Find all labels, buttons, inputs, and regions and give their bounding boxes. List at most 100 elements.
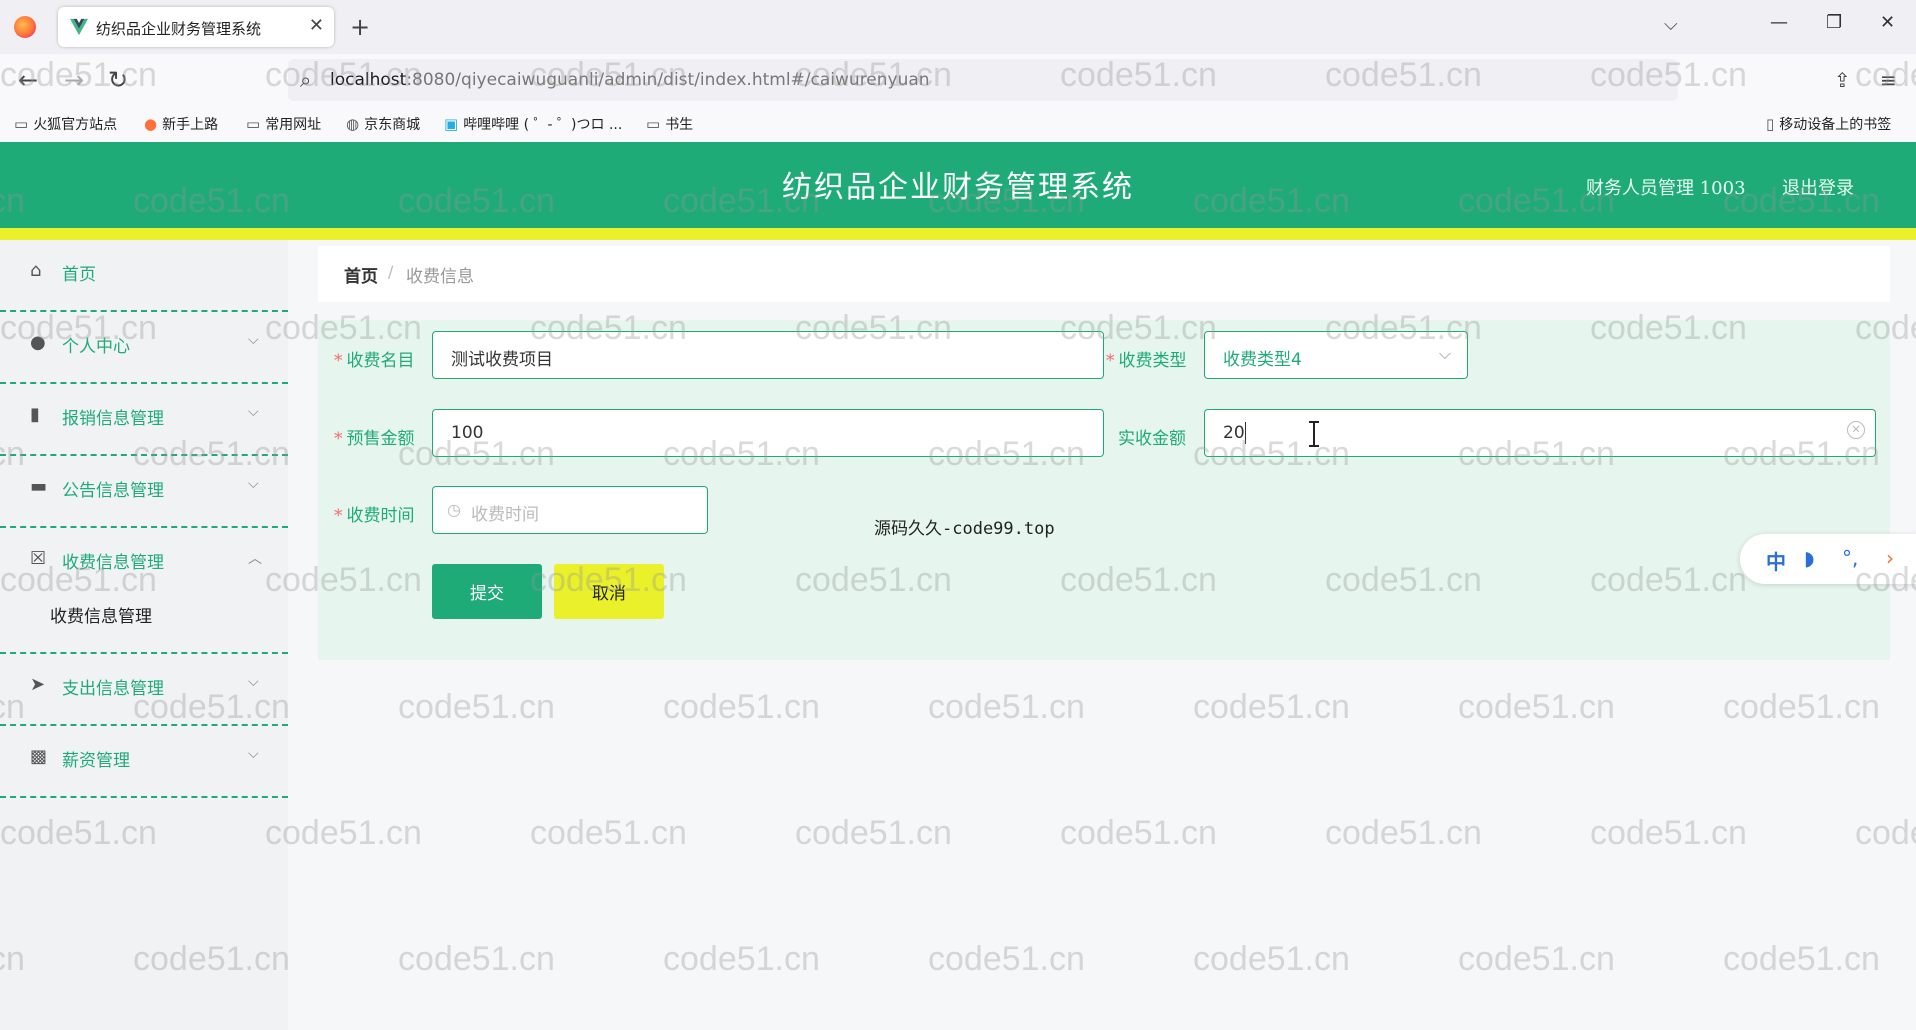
sidebar-item-notice[interactable]: ▬ 公告信息管理 ⌵ (0, 456, 288, 528)
send-icon: ➤ (30, 674, 46, 695)
sidebar: ⌂ 首页 ● 个人中心 ⌵ ▮ 报销信息管理 ⌵ ▬ 公告信息管理 ⌵ ☒ 收费… (0, 240, 288, 1030)
current-user: 财务人员管理 1003 (1586, 178, 1746, 199)
user-icon: ● (30, 332, 46, 353)
fee-name-label: * 收费名目 (334, 351, 415, 371)
watermark-text: code51.cn (1723, 940, 1880, 978)
bookmark-item[interactable]: ▭ 常用网址 (246, 114, 321, 134)
header-accent-stripe (0, 228, 1916, 240)
watermark-text: code51.cn (928, 688, 1085, 726)
sidebar-item-home[interactable]: ⌂ 首页 (0, 240, 288, 312)
bilibili-icon: ▣ (444, 115, 459, 133)
fee-name-input[interactable]: 测试收费项目 (432, 331, 1104, 379)
ticket-icon: ▩ (30, 746, 48, 767)
watermark-text: code51.cn (663, 940, 820, 978)
watermark-text: code51.cn (1855, 814, 1916, 852)
firefox-icon: ● (144, 115, 158, 133)
ime-toolbar[interactable]: 中 ◗ °, › (1740, 534, 1916, 584)
promo-text: 源码久久-code99.top (874, 519, 1055, 539)
chevron-down-icon: ⌵ (248, 404, 259, 420)
fee-time-picker[interactable]: ◷ 收费时间 (432, 486, 708, 534)
search-icon: ⌕ (300, 68, 312, 92)
forward-icon[interactable]: → (64, 66, 84, 94)
bookmark-item[interactable]: ▣ 哔哩哔哩 ( ゜- ゜)つロ ... (444, 114, 622, 134)
sidebar-item-label: 薪资管理 (62, 751, 130, 771)
chevron-right-icon[interactable]: › (1886, 546, 1894, 570)
text-cursor-icon (1309, 421, 1319, 447)
reload-icon[interactable]: ↻ (108, 66, 128, 94)
bookmark-item[interactable]: ◍ 京东商城 (346, 114, 420, 134)
watermark-text: code51.cn (398, 688, 555, 726)
watermark-text: code51.cn (1458, 940, 1615, 978)
watermark-text: code51.cn (398, 940, 555, 978)
vue-favicon-icon (70, 18, 88, 36)
watermark-text: code51.cn (1590, 814, 1747, 852)
clock-icon: ◷ (447, 500, 461, 519)
browser-nav-bar: ← → ↻ ⌕ localhost:8080/qiyecaiwuguanli/a… (0, 54, 1916, 108)
new-tab-icon[interactable]: + (350, 13, 370, 41)
tab-close-icon[interactable]: ✕ (309, 15, 324, 36)
sidebar-item-label: 支出信息管理 (62, 679, 164, 699)
submit-button[interactable]: 提交 (432, 564, 542, 619)
bookmark-item[interactable]: ▭ 书生 (646, 114, 693, 134)
fee-type-value: 收费类型4 (1223, 350, 1302, 370)
chevron-down-icon: ⌵ (248, 674, 259, 690)
moon-icon[interactable]: ◗ (1804, 546, 1815, 570)
actual-amount-input[interactable]: 20 ✕ (1204, 409, 1876, 457)
fee-time-label: * 收费时间 (334, 506, 415, 526)
address-bar[interactable]: ⌕ localhost:8080/qiyecaiwuguanli/admin/d… (288, 59, 1678, 101)
cancel-button[interactable]: 取消 (554, 564, 664, 619)
sidebar-item-salary[interactable]: ▩ 薪资管理 ⌵ (0, 726, 288, 798)
sidebar-item-expense[interactable]: ➤ 支出信息管理 ⌵ (0, 654, 288, 726)
sidebar-item-fees[interactable]: ☒ 收费信息管理 ︿ 收费信息管理 (0, 528, 288, 654)
mobile-icon: ▯ (1766, 115, 1775, 133)
watermark-text: code51.cn (1458, 688, 1615, 726)
chevron-down-icon: ⌵ (248, 746, 259, 762)
fee-type-select[interactable]: 收费类型4 ⌵ (1204, 331, 1468, 379)
actual-amount-value: 20 (1223, 423, 1245, 443)
clear-input-icon[interactable]: ✕ (1847, 421, 1865, 439)
chevron-up-icon: ︿ (248, 551, 262, 567)
report-icon: ▮ (30, 404, 40, 425)
sidebar-item-label: 报销信息管理 (62, 409, 164, 429)
text-caret (1245, 422, 1246, 444)
globe-icon: ◍ (346, 115, 360, 133)
punctuation-icon[interactable]: °, (1842, 546, 1858, 570)
ime-language-toggle[interactable]: 中 (1766, 546, 1786, 575)
sidebar-item-label: 公告信息管理 (62, 481, 164, 501)
url-text: localhost:8080/qiyecaiwuguanli/admin/dis… (330, 70, 930, 90)
presale-amount-input[interactable]: 100 (432, 409, 1104, 457)
sidebar-item-label: 收费信息管理 (62, 553, 164, 573)
logout-button[interactable]: 退出登录 (1782, 174, 1854, 200)
sidebar-subitem-fees[interactable]: 收费信息管理 (50, 602, 152, 627)
extensions-icon[interactable]: ⇪ (1834, 68, 1851, 92)
browser-tab[interactable]: 纺织品企业财务管理系统 ✕ (58, 7, 334, 47)
presale-amount-label: * 预售金额 (334, 429, 415, 449)
breadcrumb: 首页 / 收费信息 (318, 246, 1890, 302)
fee-name-value: 测试收费项目 (451, 350, 553, 370)
menu-icon[interactable]: ≡ (1880, 68, 1897, 92)
folder-icon: ▭ (646, 115, 661, 133)
list-tabs-chevron-icon[interactable]: ⌵ (1664, 14, 1678, 35)
chevron-down-icon: ⌵ (1438, 344, 1451, 363)
watermark-text: code51.cn (1325, 814, 1482, 852)
mobile-bookmarks[interactable]: ▯ 移动设备上的书签 (1766, 114, 1891, 134)
restore-icon[interactable]: ❐ (1826, 12, 1842, 33)
bookmark-item[interactable]: ▭ 火狐官方站点 (14, 114, 117, 134)
breadcrumb-separator: / (388, 262, 394, 281)
watermark-text: code51.cn (795, 814, 952, 852)
minimize-icon[interactable]: — (1770, 12, 1788, 33)
watermark-text: code51.cn (1723, 688, 1880, 726)
breadcrumb-current: 收费信息 (406, 267, 474, 287)
sidebar-item-label: 首页 (62, 265, 96, 285)
cross-box-icon: ☒ (30, 548, 47, 569)
tab-title: 纺织品企业财务管理系统 (96, 20, 262, 38)
bookmark-item[interactable]: ● 新手上路 (144, 114, 218, 134)
actual-amount-label: 实收金额 (1118, 429, 1186, 449)
firefox-logo-icon[interactable] (14, 16, 36, 38)
breadcrumb-home[interactable]: 首页 (344, 262, 378, 287)
sidebar-item-profile[interactable]: ● 个人中心 ⌵ (0, 312, 288, 384)
back-icon[interactable]: ← (18, 66, 38, 94)
sidebar-item-reimbursement[interactable]: ▮ 报销信息管理 ⌵ (0, 384, 288, 456)
window-close-icon[interactable]: ✕ (1880, 12, 1895, 33)
home-icon: ⌂ (30, 260, 42, 281)
